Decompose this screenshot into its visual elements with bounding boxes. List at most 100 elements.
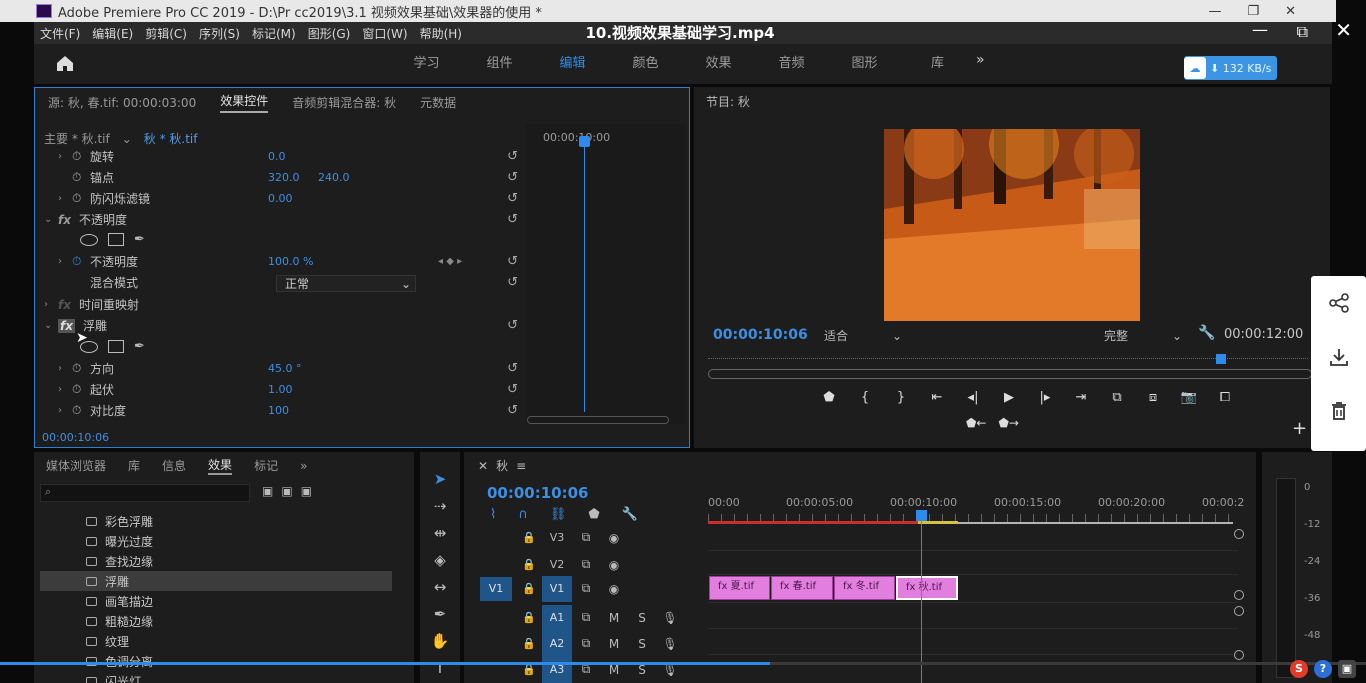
property-value[interactable]: 0.0: [268, 150, 318, 163]
minimize-glyph-icon[interactable]: —: [1208, 4, 1221, 19]
property-value[interactable]: 0.00: [268, 192, 318, 205]
microphone-icon[interactable]: 🎙: [656, 637, 684, 651]
eye-icon[interactable]: ◉: [600, 531, 628, 545]
vertical-scroll-handle[interactable]: [1234, 529, 1244, 539]
workspace-more-icon[interactable]: »: [976, 52, 985, 68]
lock-icon[interactable]: 🔒: [522, 637, 536, 650]
share-icon[interactable]: [1311, 276, 1366, 330]
close-icon[interactable]: ✕: [478, 459, 488, 473]
fx-icon[interactable]: fx: [58, 213, 71, 227]
blend-mode-select[interactable]: 正常 ⌄: [276, 275, 416, 292]
workspace-tab-color[interactable]: 颜色: [609, 45, 682, 83]
track-name[interactable]: A3: [542, 656, 572, 683]
workspace-tab-effects[interactable]: 效果: [682, 45, 755, 83]
mark-out-icon[interactable]: }: [890, 390, 912, 405]
program-quality-select[interactable]: 完整 ⌄: [1104, 327, 1182, 344]
insert-icon[interactable]: ⧉: [1106, 390, 1128, 405]
workspace-tab-editing[interactable]: 编辑: [536, 45, 609, 83]
stopwatch-icon[interactable]: ⏱: [72, 361, 86, 376]
source-patch[interactable]: [480, 632, 512, 656]
menu-icon[interactable]: ≡: [516, 459, 526, 473]
list-item[interactable]: 纹理: [40, 631, 392, 651]
stopwatch-icon[interactable]: ⏱: [72, 382, 86, 397]
pen-mask-icon[interactable]: ✒: [134, 339, 145, 354]
accelerated-effects-icon[interactable]: ▣: [262, 484, 273, 498]
timeline-timecode[interactable]: 00:00:10:06: [487, 484, 589, 502]
tab-effect-controls[interactable]: 效果控件: [220, 92, 269, 113]
reset-icon[interactable]: ↺: [507, 403, 518, 418]
player-minimize-icon[interactable]: —: [1252, 20, 1268, 39]
snap-icon[interactable]: ∩: [518, 507, 528, 522]
reset-icon[interactable]: ↺: [507, 170, 518, 185]
expand-triangle-icon[interactable]: ›: [58, 193, 72, 204]
track-name[interactable]: A1: [542, 604, 572, 631]
tab-effects[interactable]: 效果: [208, 456, 233, 475]
list-item[interactable]: 曝光过度: [40, 531, 392, 551]
expand-triangle-icon[interactable]: ›: [58, 151, 72, 162]
reset-icon[interactable]: ↺: [507, 254, 518, 269]
hand-tool-icon[interactable]: ✋: [428, 632, 452, 656]
track-select-tool-icon[interactable]: ⇢: [428, 497, 452, 521]
extract-icon[interactable]: ⬟→: [998, 416, 1018, 430]
effect-controls-zoom-scrollbar[interactable]: [527, 416, 669, 424]
track-name[interactable]: V1: [542, 575, 572, 602]
expand-triangle-icon[interactable]: ›: [44, 299, 58, 310]
mute-button[interactable]: M: [600, 611, 628, 625]
workspace-tab-libraries[interactable]: 库: [901, 45, 974, 83]
reset-icon[interactable]: ↺: [507, 318, 518, 333]
expand-triangle-icon[interactable]: ›: [58, 384, 72, 395]
sync-lock-icon[interactable]: ⧉: [572, 610, 600, 625]
button-editor-plus-icon[interactable]: +: [1292, 418, 1307, 439]
ellipse-mask-icon[interactable]: [80, 233, 98, 246]
source-patch[interactable]: [480, 526, 512, 550]
list-item[interactable]: 画笔描边: [40, 591, 392, 611]
reset-icon[interactable]: ↺: [507, 149, 518, 164]
menu-graphics[interactable]: 图形(G): [308, 25, 351, 42]
stopwatch-icon[interactable]: ⏱: [72, 191, 86, 206]
ime-s-icon[interactable]: S: [1290, 660, 1308, 678]
tab-audio-clip-mixer[interactable]: 音频剪辑混合器: 秋: [292, 94, 396, 111]
property-value-x[interactable]: 320.0: [268, 171, 318, 184]
sync-lock-icon[interactable]: ⧉: [572, 581, 600, 596]
list-item[interactable]: 闪光灯: [40, 671, 392, 683]
master-clip-label[interactable]: 主要 * 秋.tif: [44, 130, 110, 147]
sync-lock-icon[interactable]: ⧉: [572, 557, 600, 572]
list-item[interactable]: 色调分离: [40, 651, 392, 671]
microphone-icon[interactable]: 🎙: [656, 611, 684, 625]
settings-wrench-icon[interactable]: 🔧: [1198, 325, 1215, 341]
effect-controls-timeline[interactable]: [526, 124, 686, 424]
list-item-selected[interactable]: 浮雕: [40, 571, 392, 591]
sync-lock-icon[interactable]: ⧉: [572, 636, 600, 651]
list-item[interactable]: 粗糙边缘: [40, 611, 392, 631]
menu-edit[interactable]: 编辑(E): [92, 25, 133, 42]
close-glyph-icon[interactable]: ✕: [1285, 4, 1296, 19]
lock-icon[interactable]: 🔒: [522, 582, 536, 595]
timeline-clip[interactable]: fx 夏.tif: [709, 576, 770, 600]
step-back-icon[interactable]: ◂|: [962, 390, 984, 405]
fx-icon[interactable]: fx: [58, 318, 75, 333]
eye-icon[interactable]: ◉: [600, 558, 628, 572]
mark-in-icon[interactable]: {: [854, 390, 876, 405]
property-value[interactable]: 1.00: [268, 383, 318, 396]
pen-mask-icon[interactable]: ✒: [134, 232, 145, 247]
help-icon[interactable]: ?: [1314, 660, 1332, 678]
tab-markers[interactable]: 标记: [254, 457, 278, 474]
slip-tool-icon[interactable]: ↔: [428, 578, 452, 602]
stopwatch-icon[interactable]: ⏱: [72, 403, 86, 418]
source-patch[interactable]: [480, 553, 512, 577]
step-forward-icon[interactable]: |▸: [1034, 390, 1056, 405]
comparison-view-icon[interactable]: ⧠: [1214, 390, 1236, 405]
stopwatch-icon[interactable]: ⏱: [72, 149, 86, 164]
fx-icon[interactable]: fx: [58, 298, 71, 312]
effect-controls-timecode[interactable]: 00:00:10:06: [42, 431, 109, 444]
workspace-tab-assembly[interactable]: 组件: [463, 45, 536, 83]
menu-marker[interactable]: 标记(M): [252, 25, 296, 42]
timeline-clip[interactable]: fx 春.tif: [771, 576, 833, 600]
sequence-clip-label[interactable]: 秋 * 秋.tif: [144, 130, 198, 147]
program-fit-select[interactable]: 适合 ⌄: [824, 327, 902, 344]
go-to-in-icon[interactable]: ⇤: [926, 390, 948, 405]
source-patch[interactable]: V1: [480, 576, 512, 601]
expand-triangle-icon[interactable]: ›: [58, 256, 72, 267]
tab-media-browser[interactable]: 媒体浏览器: [46, 457, 106, 474]
overwrite-icon[interactable]: ⧈: [1142, 390, 1164, 405]
